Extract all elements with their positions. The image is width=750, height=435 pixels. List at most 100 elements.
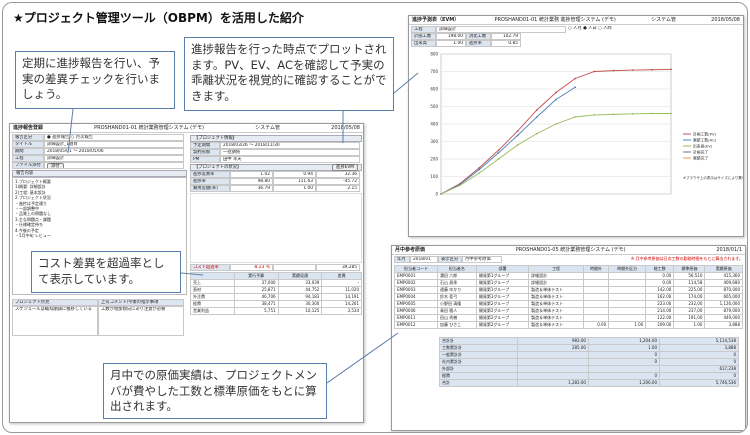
data-point — [612, 113, 615, 116]
attach-button[interactable]: 添付 — [47, 163, 64, 168]
summary-cell: 1,206.00 — [587, 379, 661, 387]
evm-window-title: 進捗予測表（EVM） — [412, 17, 460, 23]
evm-button[interactable]: 進捗EVM — [332, 164, 358, 171]
table-cell: 1.00 — [673, 321, 706, 329]
remark-input[interactable]: 工数が増加傾向にあり注意が必要 — [98, 306, 184, 336]
data-point — [631, 69, 634, 71]
table-row: EMP0003 遠藤 ゆかり 開発第1グループ 製造＆単体テスト 142.00 225,0… — [394, 286, 743, 294]
table-cell: 製造＆単体テスト — [528, 300, 584, 308]
data-point — [497, 151, 500, 154]
table-cell: 11,020 — [321, 286, 362, 294]
field-value: 2018/03/26 ～ 2018/11/30 — [220, 142, 360, 149]
summary-cell: 1,204.00 — [587, 337, 661, 345]
progress-header: 【プロジェクトの状況】 — [194, 164, 242, 170]
field-value: 198.00 — [436, 33, 466, 40]
table-cell: 営業利益 — [190, 307, 235, 315]
month-select[interactable]: 2018/01 — [410, 256, 438, 263]
remark-header: 上司コメント/今後の指示事項 — [98, 299, 184, 306]
y-tick-label: 800 — [430, 52, 438, 57]
table-cell: 製造＆単体テスト — [528, 321, 584, 329]
summary-cell: 工数累計計 — [439, 344, 518, 352]
table-cell: 1,126,000 — [704, 300, 743, 308]
legend-label: 実績工数(AC) — [693, 138, 717, 143]
type-select[interactable]: 月中参考原価 — [462, 256, 502, 263]
summary-cell: 0 — [659, 372, 739, 380]
summary-cell — [516, 365, 589, 373]
table-row: EMP0005 小野田 清隆 開発第2グループ 製造＆単体テスト 223.00 232,0… — [394, 300, 743, 308]
table-header: 標準原価 — [673, 265, 706, 273]
legend-label: 計画工数(PV) — [693, 132, 717, 137]
table-cell: 449,000 — [704, 314, 743, 322]
genka-window-subtitle: PROSHAND01-05 統計業務管理システム (デモ) — [515, 247, 626, 253]
table-cell: 25,871 — [233, 286, 279, 294]
table-cell — [582, 286, 610, 294]
evm-value: 36.79 — [230, 185, 273, 192]
data-point — [555, 123, 557, 125]
table-cell: 開発第1グループ — [475, 293, 530, 301]
phase-select[interactable]: 詳細設計 — [436, 26, 566, 33]
callout-report: 定期に進捗報告を行い、予実の差異チェックを行いましょう。 — [15, 51, 175, 109]
summary-cell: 0 — [587, 351, 661, 359]
table-cell: 237,00 — [673, 307, 706, 315]
table-cell: 鈴木 亜弓 — [436, 293, 477, 301]
table-cell: 30,300 — [277, 300, 323, 308]
table-header: 担当者コード — [394, 265, 438, 273]
table-cell: 開発第2グループ — [475, 300, 530, 308]
table-cell: 製造＆単体テスト — [528, 293, 584, 301]
summary-cell: 617,238 — [659, 365, 739, 373]
memo-line: ・5月中旬 レビュー — [15, 232, 51, 238]
table-cell: EMP0012 — [394, 321, 438, 329]
table-cell: 94,183 — [277, 293, 323, 301]
summary-cell — [516, 351, 589, 359]
unit-radio[interactable]: ○ 人月 ● 人日 ○ 人時 — [566, 26, 636, 33]
legend-label: 出来高(EV) — [693, 144, 713, 149]
table-row: EMP0006 青田 雅人 開発第2グループ 製造＆単体テスト 214.00 237,00… — [394, 307, 743, 315]
table-cell: EMP0011 — [394, 314, 438, 322]
title-input[interactable]: 詳細設計_1週目 — [44, 141, 184, 148]
budget-table: 実行予算 実績見通 差異 売上 37,000 33,039- 直材 25,871 44,75… — [190, 272, 362, 315]
table-cell — [608, 307, 647, 315]
table-header — [190, 272, 235, 280]
field-label: ファイル添付 — [12, 162, 44, 169]
table-cell: 外注費 — [190, 293, 235, 301]
summary-row: 外部計 617,238 — [439, 365, 739, 373]
table-cell: 開発第2グループ — [475, 314, 530, 322]
field-label: PM — [190, 156, 220, 163]
report-window-system: システム管 — [255, 125, 280, 131]
table-cell: EMP0006 — [394, 307, 438, 315]
data-point — [555, 91, 557, 94]
table-cell: 223.00 — [645, 300, 675, 308]
table-cell: 製造＆単体テスト — [528, 314, 584, 322]
field-label: 予定期間 — [190, 142, 220, 149]
remark-input[interactable]: スケジュールは概ね順調に推移している — [12, 306, 98, 336]
y-tick-label: 600 — [430, 87, 438, 92]
report-window-date: 2018/05/08 — [331, 125, 360, 131]
table-cell: 小野田 清隆 — [436, 300, 477, 308]
table-cell: 開発第1グループ — [475, 272, 530, 280]
progress-detail-area — [190, 193, 362, 263]
report-type-radio[interactable]: ● 進捗報告 ○ 月次報告 — [44, 134, 184, 141]
summary-cell: 合計計 — [439, 337, 518, 345]
table-cell: 0.00 — [582, 321, 610, 329]
table-cell: 209.00 — [645, 321, 675, 329]
table-cell: 665,000 — [704, 293, 743, 301]
table-cell: 遠藤 ゆかり — [436, 286, 477, 294]
table-cell: 経費 — [190, 300, 235, 308]
table-row: EMP0001 濃田 六郎 開発第1グループ 詳細設計 0.00 56,510 415,36… — [394, 272, 743, 280]
field-value: 田中 幸夫 — [220, 156, 360, 163]
table-header: 実行予算 — [233, 272, 279, 280]
table-cell: 製造＆単体テスト — [528, 307, 584, 315]
table-cell: 46,706 — [233, 293, 279, 301]
summary-row: 合計計 983.00 1,204.00 5,114,538 — [439, 337, 739, 345]
field-label: 契約形態 — [190, 149, 220, 156]
report-window-subtitle: PROSHAND01-01 統計業務管理システム (デモ) — [94, 125, 204, 131]
phase-select[interactable]: 詳細設計 — [44, 155, 184, 162]
table-cell — [608, 286, 647, 294]
data-point — [440, 193, 442, 195]
period-input[interactable]: 2018/05/01 ～ 2018/05/06 — [44, 148, 184, 155]
table-cell — [608, 279, 647, 287]
summary-row: 社内累計計 0 0 — [439, 358, 739, 366]
chart-note: ※ブラウザ上の表示はサイズにより異なります。 — [683, 175, 743, 180]
genka-window-date: 2018/01/1 — [716, 247, 742, 253]
table-cell — [582, 279, 610, 287]
